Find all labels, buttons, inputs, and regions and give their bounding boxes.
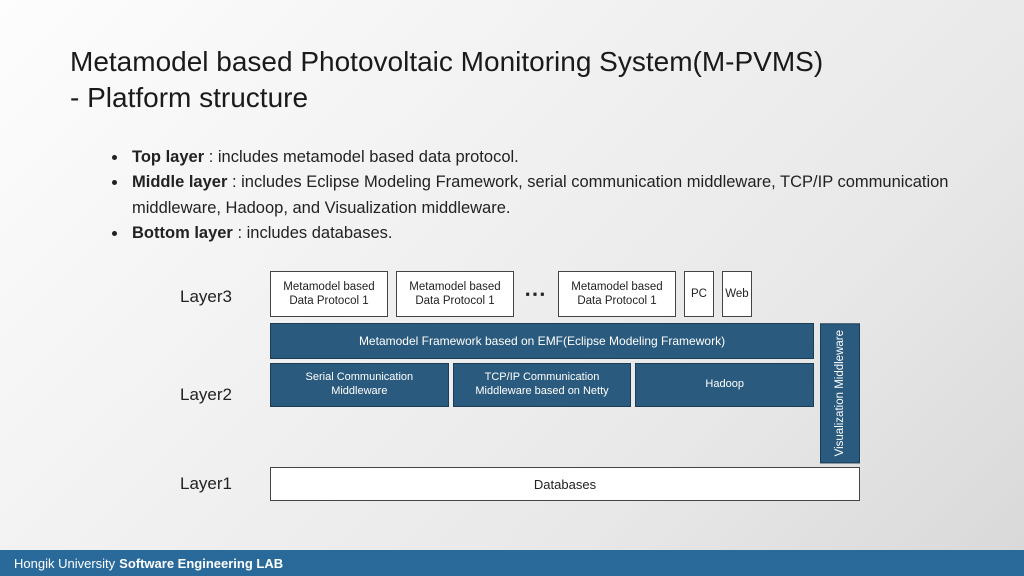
emf-box: Metamodel Framework based on EMF(Eclipse… xyxy=(270,323,814,359)
bullet-bottom: Bottom layer : includes databases. xyxy=(128,221,954,247)
footer-bar: Hongik University Software Engineering L… xyxy=(0,550,1024,576)
layer3-body: Metamodel based Data Protocol 1 Metamode… xyxy=(270,271,860,317)
hadoop-box: Hadoop xyxy=(635,363,814,407)
footer-org: Hongik University xyxy=(14,556,115,571)
bullet-bot-label: Bottom layer xyxy=(132,224,233,242)
ellipsis-icon: ⋯ xyxy=(522,271,550,317)
layer1-row: Layer1 Databases xyxy=(180,467,860,501)
bullet-top-label: Top layer xyxy=(132,148,204,166)
bullet-top-text: : includes metamodel based data protocol… xyxy=(204,148,519,166)
bullet-bot-text: : includes databases. xyxy=(233,224,393,242)
protocol-box-n: Metamodel based Data Protocol 1 xyxy=(558,271,676,317)
serial-middleware-box: Serial Communication Middleware xyxy=(270,363,449,407)
footer-lab: Software Engineering LAB xyxy=(119,556,283,571)
bullet-mid-label: Middle layer xyxy=(132,173,227,191)
databases-box: Databases xyxy=(270,467,860,501)
platform-diagram: Layer3 Metamodel based Data Protocol 1 M… xyxy=(180,271,860,501)
slide-title: Metamodel based Photovoltaic Monitoring … xyxy=(70,44,954,117)
bullet-mid-text: : includes Eclipse Modeling Framework, s… xyxy=(132,173,948,217)
pc-box: PC xyxy=(684,271,714,317)
bullet-middle: Middle layer : includes Eclipse Modeling… xyxy=(128,170,954,221)
title-line1: Metamodel based Photovoltaic Monitoring … xyxy=(70,46,823,77)
layer3-row: Layer3 Metamodel based Data Protocol 1 M… xyxy=(180,271,860,323)
title-line2: - Platform structure xyxy=(70,82,308,113)
web-box: Web xyxy=(722,271,752,317)
layer1-label: Layer1 xyxy=(180,467,270,501)
tcpip-middleware-box: TCP/IP Communication Middleware based on… xyxy=(453,363,632,407)
layer2-body: Metamodel Framework based on EMF(Eclipse… xyxy=(270,323,860,467)
bullet-top: Top layer : includes metamodel based dat… xyxy=(128,145,954,171)
visualization-middleware-box: Visualization Middleware xyxy=(820,323,860,463)
protocol-box-2: Metamodel based Data Protocol 1 xyxy=(396,271,514,317)
bullet-list: Top layer : includes metamodel based dat… xyxy=(110,145,954,247)
layer2-label: Layer2 xyxy=(180,323,270,467)
layer3-label: Layer3 xyxy=(180,271,270,323)
layer2-row: Layer2 Metamodel Framework based on EMF(… xyxy=(180,323,860,467)
protocol-box-1: Metamodel based Data Protocol 1 xyxy=(270,271,388,317)
